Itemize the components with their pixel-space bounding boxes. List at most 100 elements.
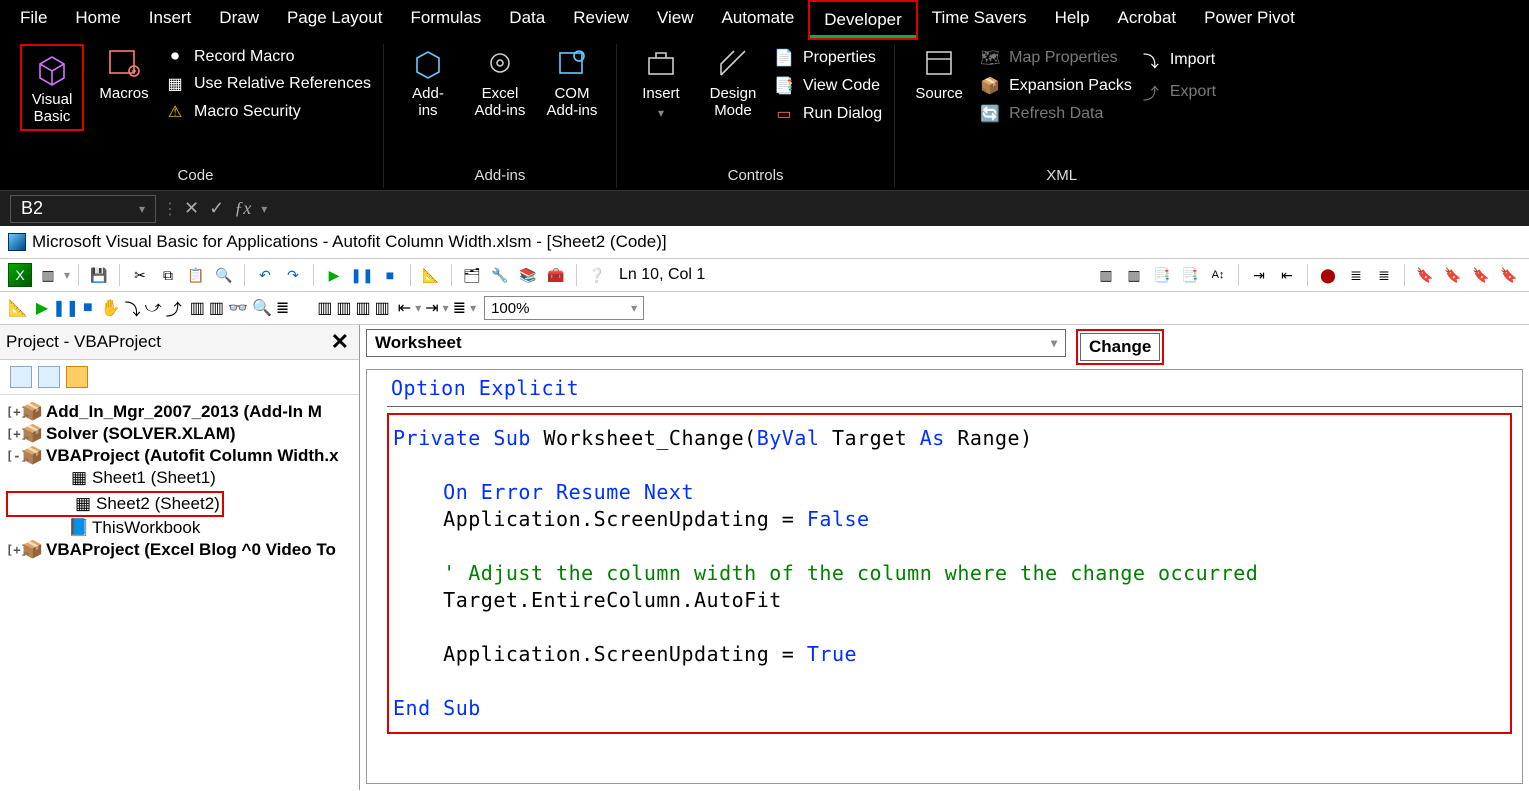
ribbon-tab-developer[interactable]: Developer xyxy=(810,2,916,38)
immediate-icon[interactable]: ▥ xyxy=(209,298,224,318)
comment-icon[interactable]: ≣ xyxy=(1344,263,1368,287)
step-over-icon[interactable]: ⤻ xyxy=(145,299,162,317)
ribbon-tab-insert[interactable]: Insert xyxy=(135,0,206,40)
toolbox-icon[interactable]: 🧰 xyxy=(544,263,568,287)
quickwatch-icon[interactable]: 🔍 xyxy=(252,298,272,318)
formula-input[interactable] xyxy=(273,195,1519,223)
help-icon[interactable]: ❔ xyxy=(585,263,609,287)
reset-icon[interactable]: ■ xyxy=(378,263,402,287)
design-mode-button[interactable]: Design Mode xyxy=(701,44,765,119)
insert-controls-button[interactable]: Insert ▾ xyxy=(629,44,693,120)
view-code-icon[interactable] xyxy=(10,366,32,388)
copy-icon[interactable]: ⧉ xyxy=(156,263,180,287)
ribbon-tab-file[interactable]: File xyxy=(6,0,61,40)
bookmark-prev-icon[interactable]: 🔖 xyxy=(1469,263,1493,287)
view-object-icon[interactable] xyxy=(38,366,60,388)
tree-item[interactable]: [+]📦Add_In_Mgr_2007_2013 (Add-In M xyxy=(6,401,353,423)
enter-icon[interactable]: ✓ xyxy=(209,198,224,219)
ribbon-tab-automate[interactable]: Automate xyxy=(708,0,809,40)
watch-icon[interactable]: 👓 xyxy=(228,298,248,318)
macro-security-button[interactable]: ⚠Macro Security xyxy=(164,102,371,122)
properties-button[interactable]: 📄Properties xyxy=(773,48,882,68)
tb-icon[interactable]: ▥ xyxy=(375,298,390,318)
ribbon-tab-view[interactable]: View xyxy=(643,0,708,40)
vbe-toolbar-debug[interactable]: 📐 ▶ ❚❚ ■ ✋ ⤵ ⤻ ⤴ ▥ ▥ 👓 🔍 ≣ ▥ ▥ ▥ ▥ ⇤▾ ⇥▾… xyxy=(0,292,1529,325)
excel-icon[interactable]: X xyxy=(8,263,32,287)
ribbon-tab-time-savers[interactable]: Time Savers xyxy=(918,0,1041,40)
expansion-packs-button[interactable]: 📦Expansion Packs xyxy=(979,76,1132,96)
procedure-dropdown[interactable]: Change xyxy=(1080,333,1160,361)
bookmark-icon[interactable]: 🔖 xyxy=(1413,263,1437,287)
project-explorer-icon[interactable]: 🗂 xyxy=(460,263,484,287)
record-macro-button[interactable]: ⏺Record Macro xyxy=(164,48,371,66)
ribbon-tab-help[interactable]: Help xyxy=(1041,0,1104,40)
breakpoint-icon[interactable]: ⬤ xyxy=(1316,263,1340,287)
insert-module-icon[interactable]: ▥ xyxy=(36,263,60,287)
undo-icon[interactable]: ↶ xyxy=(253,263,277,287)
ribbon-tab-acrobat[interactable]: Acrobat xyxy=(1104,0,1191,40)
tb-icon[interactable]: ▥ xyxy=(356,298,371,318)
design-icon[interactable]: 📐 xyxy=(419,263,443,287)
code-body[interactable]: Private Sub Worksheet_Change(ByVal Targe… xyxy=(389,415,1510,732)
tree-item[interactable]: [-]📦VBAProject (Autofit Column Width.x xyxy=(6,445,353,467)
reset-icon[interactable]: ■ xyxy=(83,299,93,317)
tree-item[interactable]: ▦Sheet1 (Sheet1) xyxy=(6,467,353,489)
hand-icon[interactable]: ✋ xyxy=(101,298,121,318)
tb-icon[interactable]: ▥ xyxy=(1122,263,1146,287)
run-icon[interactable]: ▶ xyxy=(36,298,48,318)
tree-item[interactable]: ▦Sheet2 (Sheet2) xyxy=(10,493,220,515)
source-button[interactable]: Source xyxy=(907,44,971,103)
code-editor[interactable]: Option Explicit Private Sub Worksheet_Ch… xyxy=(366,369,1523,784)
bookmark-clear-icon[interactable]: 🔖 xyxy=(1497,263,1521,287)
ribbon-tab-power-pivot[interactable]: Power Pivot xyxy=(1190,0,1309,40)
ribbon-tab-draw[interactable]: Draw xyxy=(205,0,273,40)
paste-icon[interactable]: 📋 xyxy=(184,263,208,287)
cancel-icon[interactable]: ✕ xyxy=(184,198,199,219)
tb-icon[interactable]: ▥ xyxy=(1094,263,1118,287)
step-out-icon[interactable]: ⤴ xyxy=(166,296,182,320)
view-code-button[interactable]: 📑View Code xyxy=(773,76,882,96)
addins-button[interactable]: Add- ins xyxy=(396,44,460,119)
tb-icon[interactable]: ≣ xyxy=(453,298,466,318)
outdent-icon[interactable]: ⇤ xyxy=(1275,263,1299,287)
zoom-select[interactable]: 100%▾ xyxy=(484,296,644,320)
tb-icon[interactable]: 📑 xyxy=(1178,263,1202,287)
project-tree[interactable]: [+]📦Add_In_Mgr_2007_2013 (Add-In M[+]📦So… xyxy=(0,395,359,567)
use-relative-button[interactable]: ▦Use Relative References xyxy=(164,74,371,94)
find-icon[interactable]: 🔍 xyxy=(212,263,236,287)
ribbon-tab-formulas[interactable]: Formulas xyxy=(396,0,495,40)
visual-basic-button[interactable]: Visual Basic xyxy=(20,44,84,131)
properties-window-icon[interactable]: 🔧 xyxy=(488,263,512,287)
macros-button[interactable]: Macros xyxy=(92,44,156,103)
project-toolbar[interactable] xyxy=(0,360,359,395)
com-addins-button[interactable]: COM Add-ins xyxy=(540,44,604,119)
tb-icon[interactable]: A↕ xyxy=(1206,263,1230,287)
redo-icon[interactable]: ↷ xyxy=(281,263,305,287)
indent-icon[interactable]: ⇥ xyxy=(1247,263,1271,287)
bookmark-next-icon[interactable]: 🔖 xyxy=(1441,263,1465,287)
tb-icon[interactable]: ⇤ xyxy=(398,298,411,318)
tree-item[interactable]: [+]📦Solver (SOLVER.XLAM) xyxy=(6,423,353,445)
fx-icon[interactable]: ƒx xyxy=(234,198,251,219)
save-icon[interactable]: 💾 xyxy=(87,263,111,287)
close-icon[interactable]: ✕ xyxy=(325,329,355,355)
cut-icon[interactable]: ✂ xyxy=(128,263,152,287)
folder-icon[interactable] xyxy=(66,366,88,388)
tree-item[interactable]: 📘ThisWorkbook xyxy=(6,517,353,539)
run-dialog-button[interactable]: ▭Run Dialog xyxy=(773,104,882,124)
run-icon[interactable]: ▶ xyxy=(322,263,346,287)
object-dropdown[interactable]: Worksheet▾ xyxy=(366,329,1066,357)
name-box[interactable]: B2 ▾ xyxy=(10,195,156,223)
ribbon-tab-review[interactable]: Review xyxy=(559,0,643,40)
tree-item[interactable]: [+]📦VBAProject (Excel Blog ^0 Video To xyxy=(6,539,353,561)
ribbon-tab-page-layout[interactable]: Page Layout xyxy=(273,0,396,40)
tb-icon[interactable]: ▥ xyxy=(336,298,351,318)
ribbon-tab-data[interactable]: Data xyxy=(495,0,559,40)
vbe-toolbar-standard[interactable]: X ▥▾ 💾 ✂ ⧉ 📋 🔍 ↶ ↷ ▶ ❚❚ ■ 📐 🗂 🔧 📚 🧰 ❔ Ln… xyxy=(0,258,1529,292)
ribbon-tab-home[interactable]: Home xyxy=(61,0,134,40)
design-icon[interactable]: 📐 xyxy=(8,298,28,318)
import-button[interactable]: ⤵Import xyxy=(1140,48,1216,72)
break-icon[interactable]: ❚❚ xyxy=(52,298,79,318)
uncomment-icon[interactable]: ≣ xyxy=(1372,263,1396,287)
excel-addins-button[interactable]: Excel Add-ins xyxy=(468,44,532,119)
